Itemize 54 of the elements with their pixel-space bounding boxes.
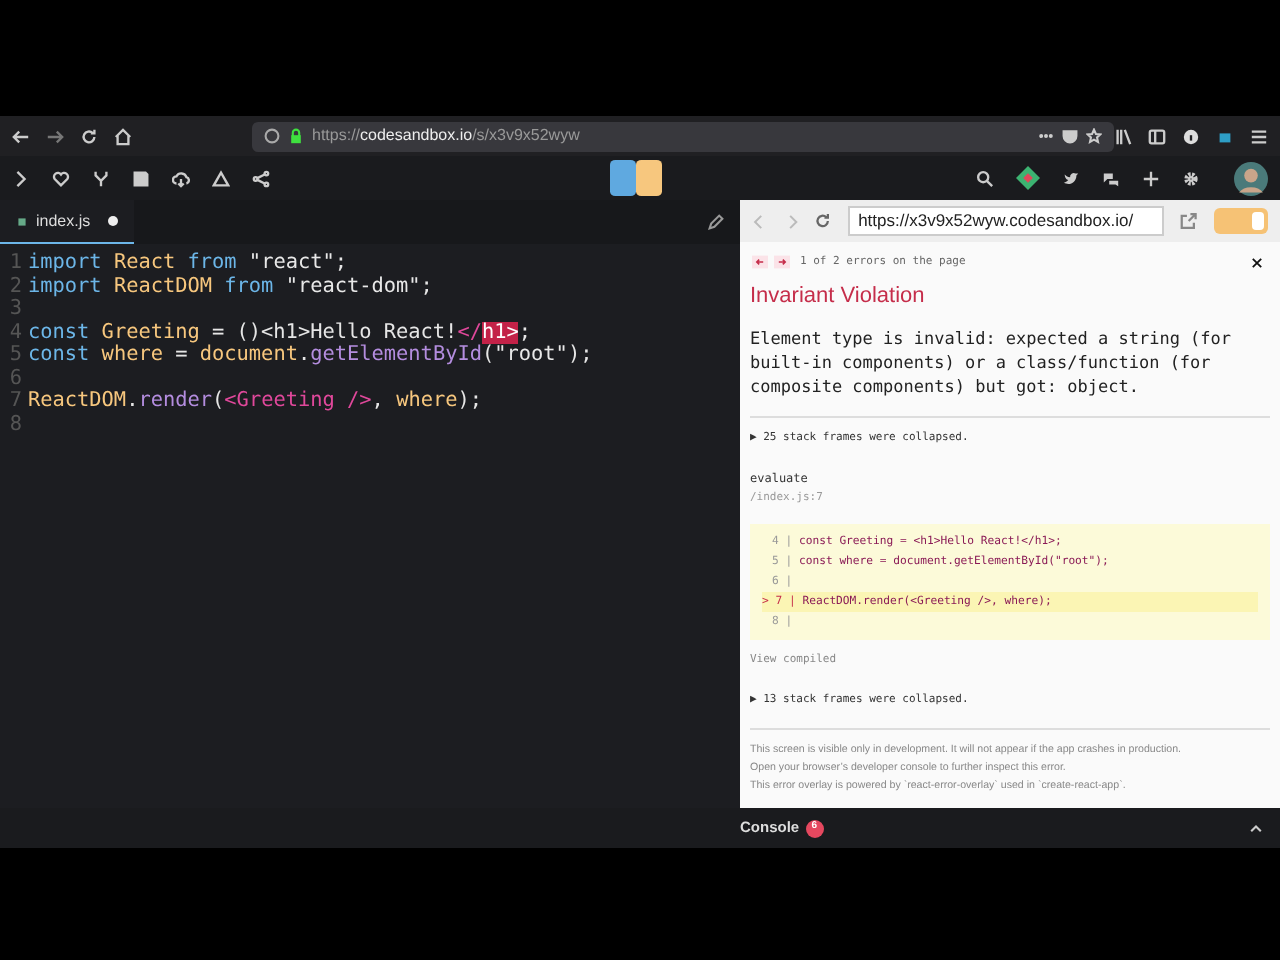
line-number: 5: [7, 344, 24, 367]
library-icon[interactable]: [1114, 127, 1132, 145]
line-number: 4: [7, 321, 24, 344]
triangle-icon[interactable]: [212, 169, 230, 187]
url-text: https://codesandbox.io/s/x3v9x52wyw: [312, 124, 580, 148]
open-external-icon[interactable]: [1180, 212, 1199, 231]
close-icon[interactable]: [1250, 255, 1264, 270]
code-line: const where = document.getElementById("root");: [28, 344, 593, 366]
chat-bubbles-icon[interactable]: [1102, 169, 1120, 187]
line-number: 8: [7, 413, 24, 436]
line-number: 1: [7, 252, 24, 275]
extension-icon[interactable]: [1216, 127, 1234, 145]
shield-icon[interactable]: [1062, 128, 1078, 144]
line-number: 6: [7, 367, 24, 390]
code-line: const Greeting = ()<h1>Hello React!</h1>;: [28, 321, 532, 343]
code-line: ReactDOM.render(<Greeting />, where);: [28, 390, 483, 412]
next-error-icon[interactable]: [772, 254, 792, 271]
code-line: import React from "react";: [28, 252, 348, 274]
chevron-up-icon[interactable]: [1248, 820, 1264, 836]
back-arrow-icon[interactable]: [12, 127, 30, 145]
settings-icon[interactable]: [1182, 169, 1200, 187]
address-bar[interactable]: https://codesandbox.io/s/x3v9x52wyw: [252, 121, 1114, 151]
save-icon[interactable]: [132, 169, 150, 187]
previous-error-icon[interactable]: [750, 254, 770, 271]
chevron-right-icon[interactable]: [12, 169, 30, 187]
star-icon[interactable]: [1086, 128, 1102, 144]
file-tab[interactable]: index.js: [0, 200, 135, 244]
address-field[interactable]: https://x3v9x52wyw.codesandbox.io/: [848, 206, 1165, 237]
layout-toggle-icon[interactable]: [610, 160, 662, 196]
lock-icon[interactable]: [288, 128, 304, 144]
error-title: Invariant Violation: [750, 281, 927, 311]
menu-icon[interactable]: [1250, 127, 1268, 145]
fork-icon[interactable]: [92, 169, 110, 187]
forward-arrow-icon[interactable]: [46, 127, 64, 145]
cloud-download-icon[interactable]: [172, 169, 190, 187]
toggle-switch[interactable]: [1214, 208, 1269, 235]
more-icon[interactable]: [1038, 128, 1054, 144]
plus-icon[interactable]: [1142, 169, 1160, 187]
bird-icon[interactable]: [1062, 169, 1080, 187]
diamond-logo-icon[interactable]: [1016, 166, 1040, 190]
avatar-icon[interactable]: [1234, 161, 1268, 195]
search-icon[interactable]: [976, 169, 994, 187]
share-icon[interactable]: [252, 169, 270, 187]
pencil-icon[interactable]: [708, 214, 724, 230]
line-number: 7: [7, 390, 24, 413]
reload-icon[interactable]: [814, 212, 833, 231]
line-number: 3: [7, 298, 24, 321]
line-number: 2: [7, 275, 24, 298]
code-line: import ReactDOM from "react-dom";: [28, 275, 433, 297]
heart-icon[interactable]: [52, 169, 70, 187]
home-icon[interactable]: [114, 127, 132, 145]
sidebar-icon[interactable]: [1148, 127, 1166, 145]
file-icon[interactable]: [16, 215, 28, 227]
error-message: Element type is invalid: expected a string (for built-in components) or a class/function (for composite components) but got: object.: [750, 328, 1270, 418]
